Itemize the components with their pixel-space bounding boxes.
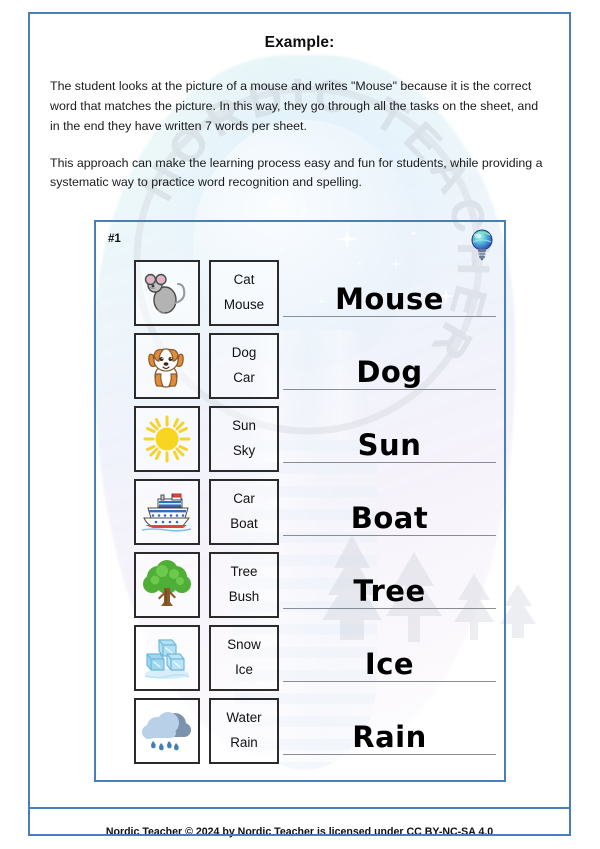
boat-icon — [141, 493, 192, 532]
sun-icon — [143, 415, 191, 462]
option-bottom: Sky — [232, 443, 256, 459]
answer-line — [283, 315, 496, 317]
ice-icon — [144, 638, 190, 679]
word-options-box: Tree Bush — [209, 551, 279, 618]
option-top: Dog — [231, 345, 257, 361]
option-bottom: Car — [233, 370, 255, 386]
answer-area: Tree — [283, 552, 496, 618]
table-row: Cat Mouse Mouse — [96, 256, 504, 329]
option-top: Sun — [232, 418, 256, 434]
worksheet-panel: #1 Cat Mouse Mouse Dog Car Dog Sun Sky S… — [94, 220, 506, 782]
option-top: Tree — [230, 564, 258, 580]
option-bottom: Mouse — [223, 297, 265, 313]
worksheet-number: #1 — [108, 233, 121, 245]
answer-line — [283, 680, 496, 682]
table-row: Water Rain Rain — [96, 694, 504, 767]
answer-line — [283, 461, 496, 463]
answer-line — [283, 388, 496, 390]
option-top: Snow — [227, 637, 261, 653]
picture-box — [134, 551, 200, 618]
worksheet-rows: Cat Mouse Mouse Dog Car Dog Sun Sky Sun … — [96, 256, 504, 767]
table-row: Tree Bush Tree — [96, 548, 504, 621]
answer-line — [283, 753, 496, 755]
picture-box — [134, 332, 200, 399]
answer-area: Dog — [283, 333, 496, 399]
option-top: Cat — [233, 272, 255, 288]
option-bottom: Ice — [235, 662, 253, 678]
mouse-icon — [144, 273, 186, 314]
table-row: Car Boat Boat — [96, 475, 504, 548]
intro-paragraph-2: This approach can make the learning proc… — [50, 155, 543, 190]
word-options-box: Cat Mouse — [209, 259, 279, 326]
lightbulb-icon — [471, 229, 493, 261]
answer-word: Mouse — [335, 281, 444, 316]
word-options-box: Car Boat — [209, 478, 279, 545]
option-bottom: Bush — [228, 589, 260, 605]
table-row: Snow Ice Ice — [96, 621, 504, 694]
worksheet-page: NORDIC TEACHER Example: The student look… — [0, 0, 600, 849]
answer-word: Sun — [357, 427, 422, 462]
answer-word: Rain — [352, 719, 427, 754]
intro-section: Example: The student looks at the pictur… — [28, 12, 571, 193]
option-top: Water — [226, 710, 262, 726]
answer-area: Sun — [283, 406, 496, 472]
answer-area: Mouse — [283, 260, 496, 326]
rain-cloud-icon — [142, 711, 191, 750]
answer-word: Dog — [356, 354, 423, 389]
answer-area: Boat — [283, 479, 496, 545]
answer-area: Ice — [283, 625, 496, 691]
table-row: Dog Car Dog — [96, 329, 504, 402]
answer-word: Ice — [364, 646, 415, 681]
page-title: Example: — [264, 34, 335, 51]
option-bottom: Rain — [230, 735, 258, 751]
table-row: Sun Sky Sun — [96, 402, 504, 475]
picture-box — [134, 624, 200, 691]
answer-word: Tree — [353, 573, 426, 608]
answer-word: Boat — [350, 500, 429, 535]
word-options-box: Dog Car — [209, 332, 279, 399]
dog-icon — [148, 347, 184, 388]
word-options-box: Sun Sky — [209, 405, 279, 472]
word-options-box: Water Rain — [209, 697, 279, 764]
picture-box — [134, 697, 200, 764]
picture-box — [134, 259, 200, 326]
tree-icon — [143, 559, 191, 606]
option-top: Car — [233, 491, 255, 507]
answer-line — [283, 534, 496, 536]
answer-line — [283, 607, 496, 609]
word-options-box: Snow Ice — [209, 624, 279, 691]
picture-box — [134, 405, 200, 472]
footer-divider — [30, 807, 569, 809]
footer-credit: Nordic Teacher © 2024 by Nordic Teacher … — [105, 826, 494, 838]
answer-area: Rain — [283, 698, 496, 764]
option-bottom: Boat — [230, 516, 258, 532]
intro-paragraph-1: The student looks at the picture of a mo… — [50, 79, 539, 133]
picture-box — [134, 478, 200, 545]
